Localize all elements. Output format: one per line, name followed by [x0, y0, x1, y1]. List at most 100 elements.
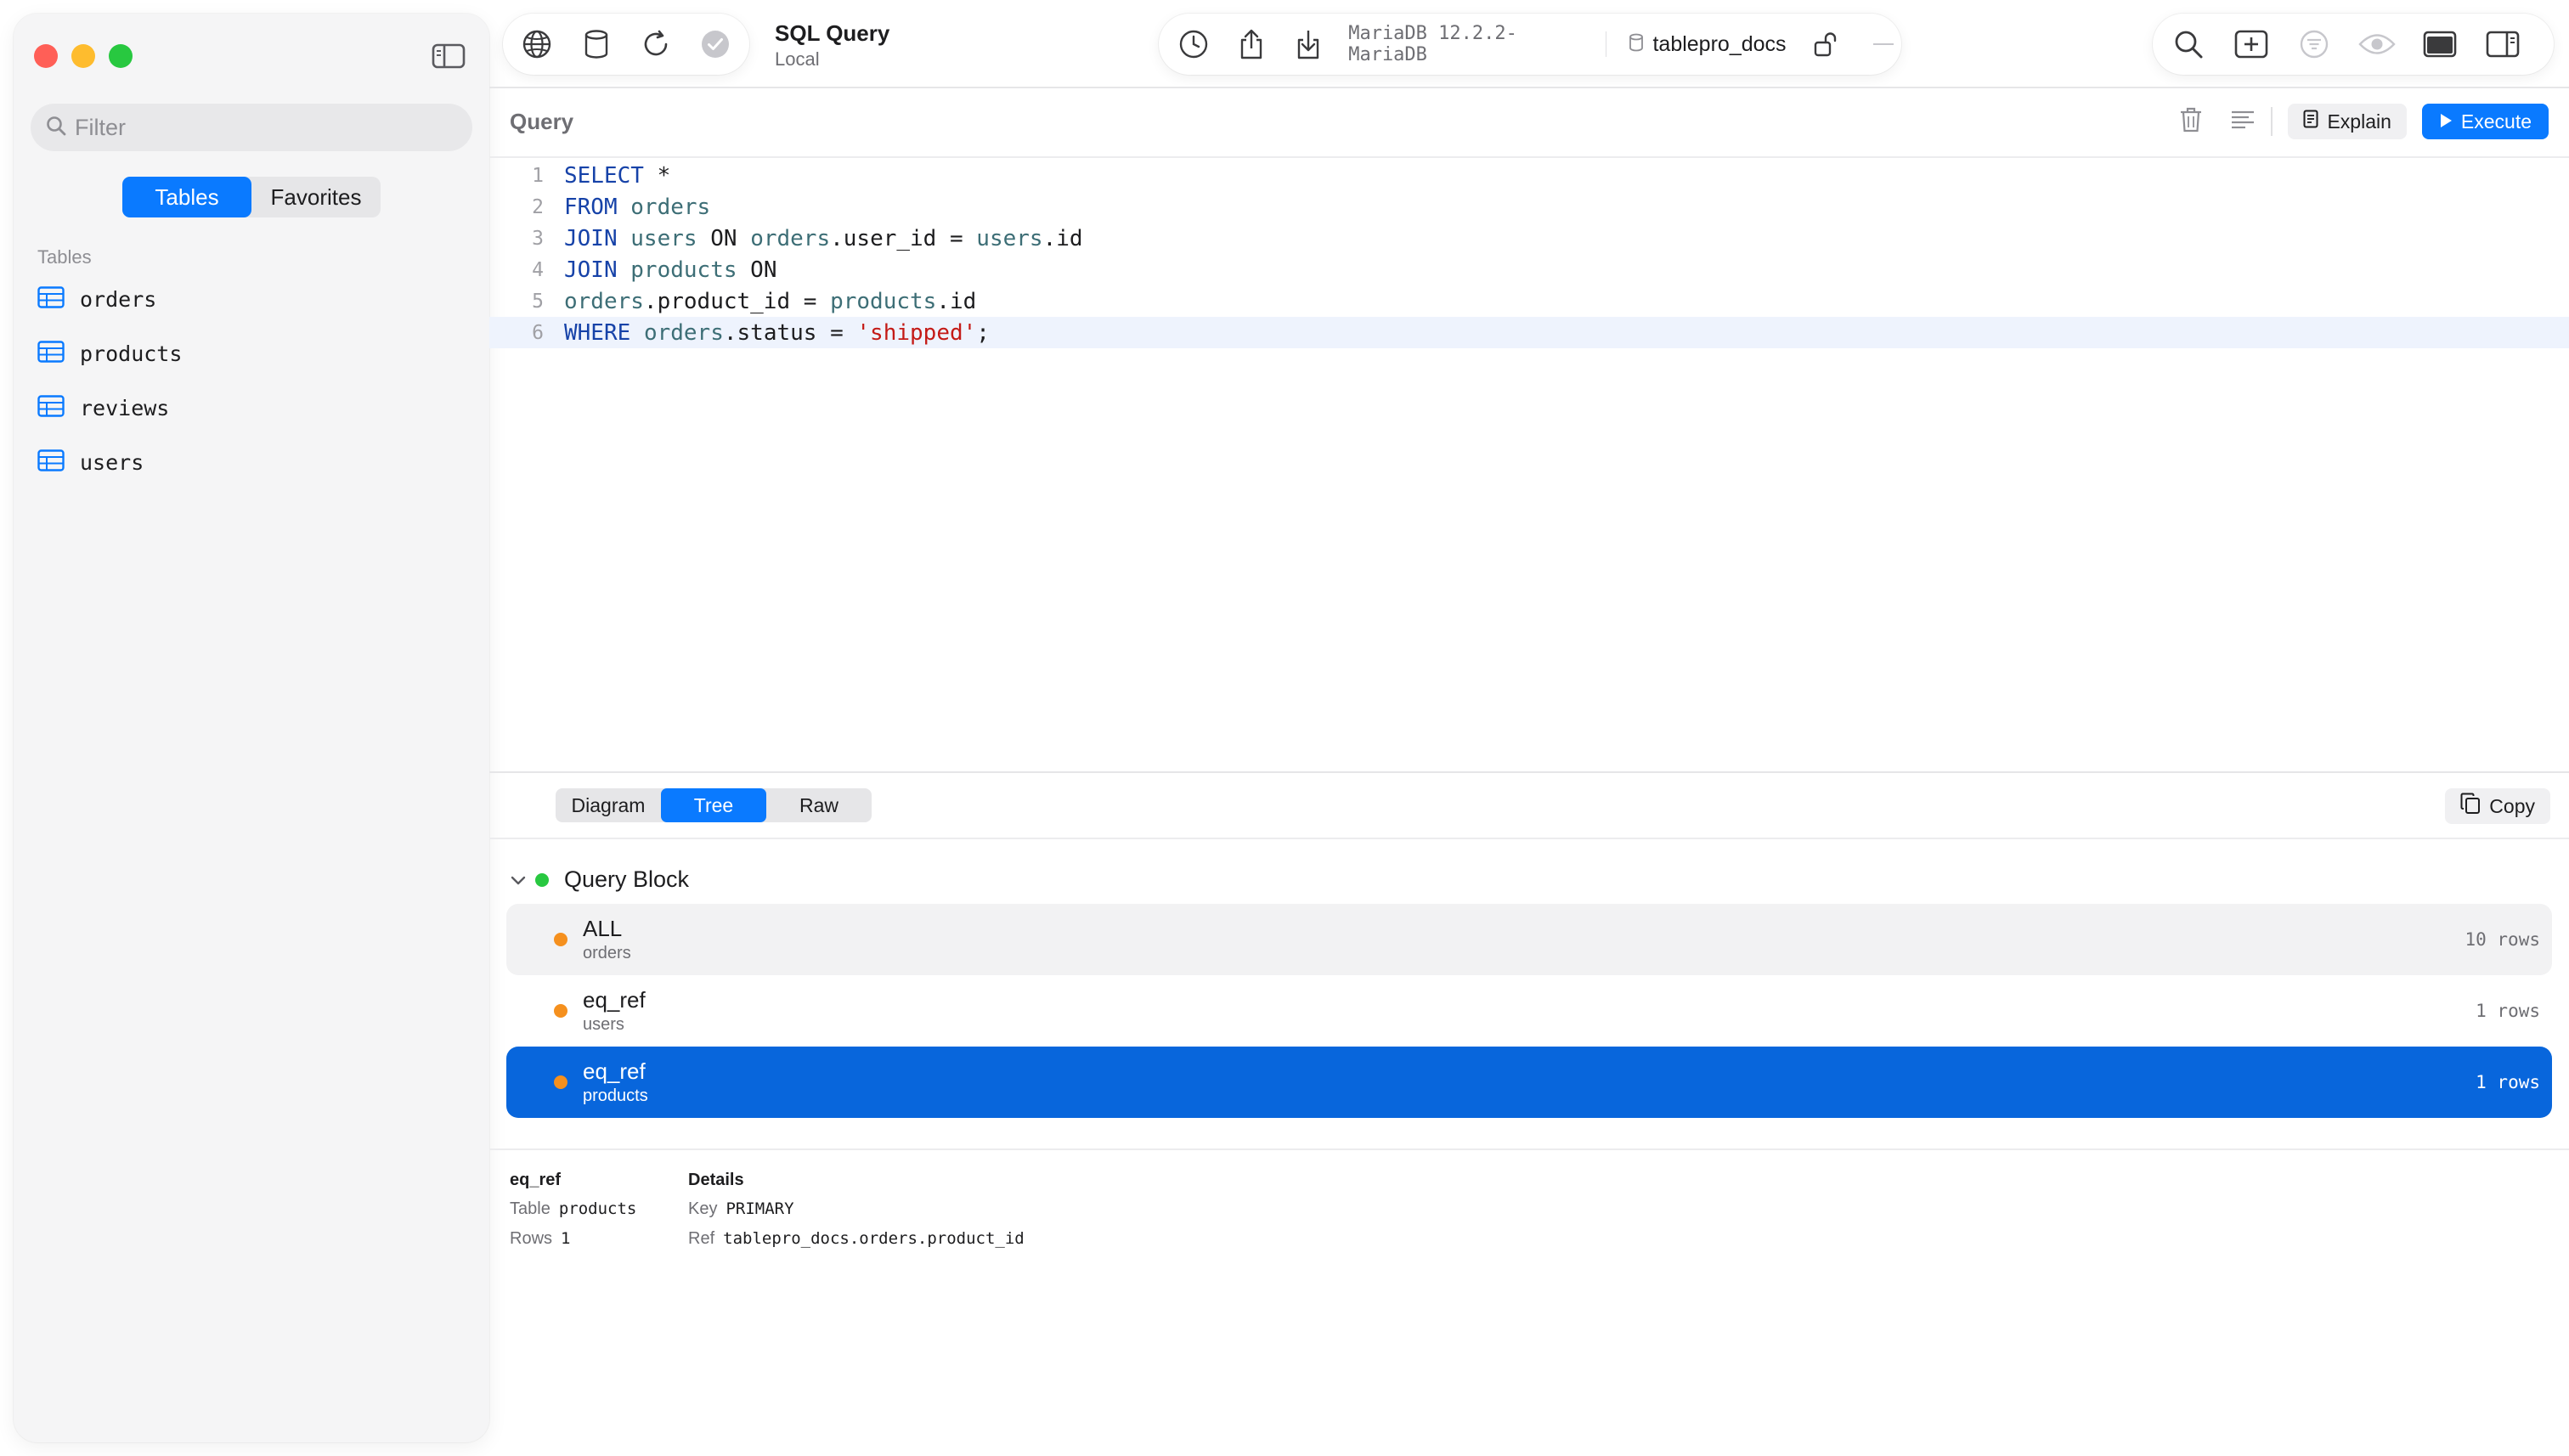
plan-row-selected[interactable]: eq_ref products 1 rows: [506, 1047, 2552, 1118]
tab-tree[interactable]: Tree: [661, 788, 766, 822]
history-icon[interactable]: [1176, 25, 1211, 63]
minimize-window-button[interactable]: [71, 44, 95, 68]
detail-key: Rows: [510, 1229, 553, 1248]
execute-button[interactable]: Execute: [2421, 104, 2549, 139]
tab-tables[interactable]: Tables: [122, 177, 251, 217]
table-name: orders: [80, 286, 157, 312]
copy-button[interactable]: Copy: [2445, 788, 2550, 824]
globe-icon[interactable]: [518, 25, 556, 63]
query-panel-title: Query: [510, 109, 574, 134]
table-icon: [37, 394, 65, 421]
results-tabs-divider: [489, 838, 2569, 839]
details-divider: [489, 1148, 2569, 1150]
detail-value: tablepro_docs.orders.product_id: [723, 1229, 1025, 1248]
line-number: 6: [532, 321, 544, 344]
code-line[interactable]: 1 SELECT *: [489, 160, 2569, 191]
database-name: tablepro_docs: [1652, 31, 1787, 56]
code-token: .id: [936, 288, 977, 314]
database-selector[interactable]: tablepro_docs: [1629, 31, 1787, 57]
plan-row[interactable]: eq_ref users 1 rows: [506, 975, 2552, 1047]
sidebar-item-orders[interactable]: orders: [37, 272, 479, 326]
line-number: 2: [532, 195, 544, 218]
line-number: 5: [532, 290, 544, 313]
query-header-divider: [489, 156, 2569, 158]
tab-raw[interactable]: Raw: [766, 788, 872, 822]
zoom-window-button[interactable]: [109, 44, 133, 68]
line-number: 1: [532, 164, 544, 187]
execute-label: Execute: [2460, 110, 2532, 133]
detail-key: Ref: [688, 1229, 715, 1248]
plan-table-name: users: [583, 1015, 624, 1034]
code-token: SELECT: [564, 162, 644, 189]
chevron-down-icon[interactable]: [510, 866, 527, 893]
sidebar-toggle-icon[interactable]: [432, 42, 466, 70]
plan-row[interactable]: ALL orders 10 rows: [506, 904, 2552, 975]
details-heading: Details: [688, 1171, 744, 1189]
results-view-tabs: Diagram Tree Raw: [556, 788, 872, 822]
detail-key: Table: [510, 1199, 550, 1218]
panel-bottom-icon[interactable]: [2421, 25, 2459, 63]
details-right: Details Key PRIMARY Ref tablepro_docs.orde…: [688, 1171, 1028, 1259]
eye-icon[interactable]: [2358, 25, 2396, 63]
code-token: orders: [643, 319, 724, 346]
status-dot: [554, 1075, 567, 1089]
copy-icon: [2460, 793, 2481, 820]
tab-favorites[interactable]: Favorites: [251, 177, 381, 217]
share-icon[interactable]: [1234, 25, 1269, 63]
code-line[interactable]: 2 FROM orders: [489, 191, 2569, 223]
window-subtitle: Local: [775, 48, 820, 70]
code-line[interactable]: 6 WHERE orders .status = 'shipped';: [489, 317, 2569, 348]
filter-input[interactable]: [75, 114, 449, 141]
close-window-button[interactable]: [34, 44, 58, 68]
code-token: products: [830, 288, 937, 314]
tab-diagram[interactable]: Diagram: [556, 788, 661, 822]
lock-open-icon[interactable]: [1809, 25, 1844, 63]
status-dot: [535, 872, 549, 887]
panel-right-icon[interactable]: [2484, 25, 2521, 63]
import-icon[interactable]: [1290, 25, 1326, 63]
explain-button[interactable]: Explain: [2288, 104, 2407, 139]
code-line[interactable]: 3 JOIN users ON orders .user_id = users .id: [489, 223, 2569, 254]
code-token: ON: [737, 257, 777, 283]
check-icon[interactable]: [697, 25, 734, 63]
code-token: *: [643, 162, 671, 189]
sql-editor[interactable]: 1 SELECT * 2 FROM orders 3 JOIN users ON orde…: [489, 160, 2569, 771]
access-type: eq_ref: [583, 987, 646, 1013]
sidebar-tabs: Tables Favorites: [122, 177, 381, 217]
code-token: JOIN: [564, 225, 618, 251]
sidebar-item-products[interactable]: products: [37, 326, 479, 381]
code-token: 'shipped': [856, 319, 977, 346]
code-token: orders: [564, 288, 644, 314]
code-token: JOIN: [564, 257, 618, 283]
trash-icon[interactable]: [2179, 106, 2203, 138]
play-icon: [2439, 110, 2453, 133]
plan-rows: ALL orders 10 rows eq_ref users 1 rows e…: [506, 904, 2552, 1118]
detail-value: 1: [561, 1229, 571, 1248]
explain-label: Explain: [2327, 110, 2391, 133]
query-actions: Explain Execute: [2179, 104, 2549, 139]
sidebar-item-reviews[interactable]: reviews: [37, 381, 479, 435]
window-controls: [34, 44, 133, 68]
code-lines: 1 SELECT * 2 FROM orders 3 JOIN users ON orde…: [489, 160, 2569, 348]
format-icon[interactable]: [2230, 109, 2256, 135]
search-icon[interactable]: [2170, 25, 2207, 63]
add-tab-icon[interactable]: [2233, 25, 2270, 63]
detail-key: Key: [688, 1199, 718, 1218]
table-icon: [37, 449, 65, 476]
query-block-label: Query Block: [564, 866, 690, 892]
database-icon[interactable]: [578, 25, 615, 63]
window-title-block: SQL Query Local: [775, 20, 889, 71]
table-list: orders products reviews users: [37, 272, 479, 489]
row-count: 1 rows: [2476, 1001, 2540, 1021]
filter-icon[interactable]: [2295, 25, 2333, 63]
refresh-icon[interactable]: [637, 25, 675, 63]
code-line[interactable]: 5 orders .product_id = products .id: [489, 285, 2569, 317]
filter-field[interactable]: [31, 104, 472, 151]
more-icon[interactable]: [1866, 25, 1901, 63]
query-block-node[interactable]: Query Block: [510, 866, 689, 893]
sidebar-item-users[interactable]: users: [37, 435, 479, 489]
code-line[interactable]: 4 JOIN products ON: [489, 254, 2569, 285]
detail-value: PRIMARY: [726, 1199, 794, 1218]
